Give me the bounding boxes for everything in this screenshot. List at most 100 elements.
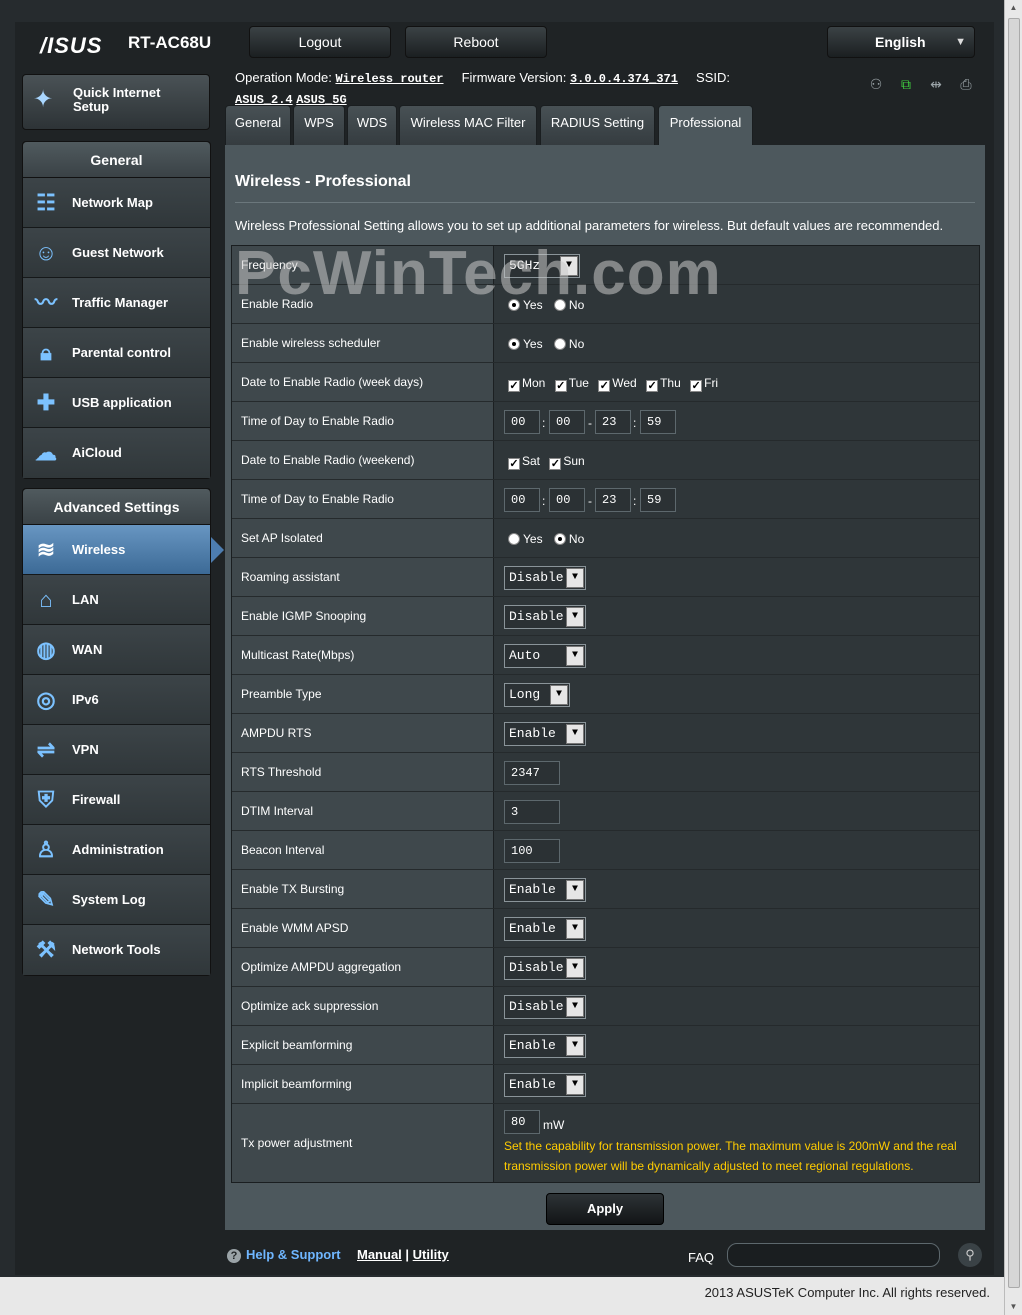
- ap-isolated-no[interactable]: [553, 533, 566, 545]
- tx-bursting-select[interactable]: Enable ▼: [504, 878, 586, 902]
- sidebar-item-traffic-manager[interactable]: 〰 Traffic Manager: [23, 278, 210, 328]
- help-support-link[interactable]: ? Help & Support: [227, 1247, 341, 1263]
- internet-status-icon[interactable]: ⧉: [896, 76, 916, 94]
- sidebar-item-label: Administration: [72, 842, 164, 857]
- rts-threshold-input[interactable]: 2347: [504, 761, 560, 785]
- professional-settings-table: Frequency 5GHz ▼ Enable Radio Yes No Enab…: [231, 245, 980, 1183]
- checkbox-tue[interactable]: ✓: [554, 380, 567, 392]
- apply-button[interactable]: Apply: [546, 1193, 664, 1225]
- enable-radio-no[interactable]: [553, 299, 566, 311]
- tab-general[interactable]: General: [225, 105, 291, 145]
- sidebar-item-wan[interactable]: ◍ WAN: [23, 625, 210, 675]
- page-scrollbar[interactable]: ▲ ▼: [1004, 0, 1022, 1315]
- language-select[interactable]: English ▼: [827, 26, 975, 58]
- weekend-end-hour-input[interactable]: 23: [595, 488, 631, 512]
- tab-radius-setting[interactable]: RADIUS Setting: [540, 105, 655, 145]
- beacon-input[interactable]: 100: [504, 839, 560, 863]
- scheduler-no[interactable]: [553, 338, 566, 350]
- sidebar-item-aicloud[interactable]: ☁ AiCloud: [23, 428, 210, 478]
- implicit-beamforming-row: Implicit beamforming Enable ▼: [232, 1065, 979, 1104]
- weekday-end-min-input[interactable]: 59: [640, 410, 676, 434]
- sidebar-item-vpn[interactable]: ⇌ VPN: [23, 725, 210, 775]
- chevron-down-icon: ▼: [955, 36, 966, 48]
- checkbox-sun[interactable]: ✓: [549, 458, 562, 470]
- roaming-select[interactable]: Disable ▼: [504, 566, 586, 590]
- sidebar-item-network-map[interactable]: ☷ Network Map: [23, 178, 210, 228]
- firmware-label: Firmware Version:: [461, 70, 567, 85]
- sidebar-item-parental-control[interactable]: 🔒︎ Parental control: [23, 328, 210, 378]
- utility-link[interactable]: Utility: [413, 1247, 449, 1262]
- scroll-down-icon[interactable]: ▼: [1005, 1299, 1022, 1315]
- quick-internet-setup-button[interactable]: ✦ Quick Internet Setup: [22, 74, 210, 130]
- weekday-start-hour-input[interactable]: 00: [504, 410, 540, 434]
- enable-radio-yes[interactable]: [508, 299, 520, 311]
- wmm-apsd-select[interactable]: Enable ▼: [504, 917, 586, 941]
- printer-icon[interactable]: ⎙: [956, 76, 976, 94]
- checkbox-label: Fri: [704, 376, 719, 390]
- checkbox-wed[interactable]: ✓: [598, 380, 611, 392]
- tab-professional[interactable]: Professional: [658, 105, 753, 147]
- row-label: Optimize ack suppression: [232, 987, 494, 1025]
- row-label: Time of Day to Enable Radio: [232, 402, 494, 440]
- logout-button[interactable]: Logout: [249, 26, 391, 58]
- beacon-row: Beacon Interval 100: [232, 831, 979, 870]
- igmp-select[interactable]: Disable ▼: [504, 605, 586, 629]
- reboot-button[interactable]: Reboot: [405, 26, 547, 58]
- dtim-row: DTIM Interval 3: [232, 792, 979, 831]
- checkbox-mon[interactable]: ✓: [508, 380, 520, 392]
- ampdu-rts-select[interactable]: Enable ▼: [504, 722, 586, 746]
- rts-threshold-row: RTS Threshold 2347: [232, 753, 979, 792]
- cloud-icon: ☁: [35, 440, 57, 465]
- weekday-start-min-input[interactable]: 00: [549, 410, 585, 434]
- sidebar-item-ipv6[interactable]: ◎ IPv6: [23, 675, 210, 725]
- sidebar-item-firewall[interactable]: ⛨ Firewall: [23, 775, 210, 825]
- sidebar-item-wireless[interactable]: ≋ Wireless: [23, 525, 224, 575]
- implicit-beamforming-select[interactable]: Enable ▼: [504, 1073, 586, 1097]
- explicit-beamforming-select[interactable]: Enable ▼: [504, 1034, 586, 1058]
- sidebar-item-system-log[interactable]: ✎ System Log: [23, 875, 210, 925]
- sidebar-item-usb-application[interactable]: ✚ USB application: [23, 378, 210, 428]
- usb-icon[interactable]: ⇹: [926, 76, 946, 94]
- row-label: Set AP Isolated: [232, 519, 494, 557]
- sidebar-item-lan[interactable]: ⌂ LAN: [23, 575, 210, 625]
- op-mode-link[interactable]: Wireless router: [335, 72, 443, 86]
- weekend-start-min-input[interactable]: 00: [549, 488, 585, 512]
- scrollbar-thumb[interactable]: [1008, 18, 1020, 1288]
- checkbox-sat[interactable]: ✓: [508, 458, 520, 470]
- firmware-link[interactable]: 3.0.0.4.374_371: [570, 72, 678, 86]
- multicast-select[interactable]: Auto ▼: [504, 644, 586, 668]
- scheduler-yes[interactable]: [508, 338, 520, 350]
- tab-wds[interactable]: WDS: [347, 105, 397, 145]
- sidebar-item-administration[interactable]: ♙ Administration: [23, 825, 210, 875]
- advanced-settings-menu: Advanced Settings ≋ Wireless ⌂ LAN ◍ WAN…: [22, 488, 224, 976]
- status-line: Operation Mode: Wireless router Firmware…: [235, 68, 835, 110]
- clients-icon[interactable]: ⚇: [866, 76, 886, 94]
- checkbox-thu[interactable]: ✓: [646, 380, 659, 392]
- dtim-input[interactable]: 3: [504, 800, 560, 824]
- select-value: Enable: [509, 921, 556, 936]
- weekday-end-hour-input[interactable]: 23: [595, 410, 631, 434]
- checkbox-fri[interactable]: ✓: [690, 380, 703, 392]
- preamble-select[interactable]: Long ▼: [504, 683, 570, 707]
- faq-search-input[interactable]: [727, 1243, 940, 1267]
- sidebar-item-network-tools[interactable]: ⚒ Network Tools: [23, 925, 210, 975]
- checkbox-label: Mon: [522, 376, 546, 390]
- frequency-select[interactable]: 5GHz ▼: [504, 254, 580, 278]
- tab-wps[interactable]: WPS: [293, 105, 345, 145]
- scroll-up-icon[interactable]: ▲: [1005, 0, 1022, 16]
- ampdu-aggregation-select[interactable]: Disable ▼: [504, 956, 586, 980]
- sidebar-item-guest-network[interactable]: ☺ Guest Network: [23, 228, 210, 278]
- weekend-end-min-input[interactable]: 59: [640, 488, 676, 512]
- weekend-start-hour-input[interactable]: 00: [504, 488, 540, 512]
- sidebar-item-label: Parental control: [72, 345, 171, 360]
- row-label: Enable Radio: [232, 285, 494, 323]
- select-value: Long: [509, 687, 541, 702]
- ack-suppression-select[interactable]: Disable ▼: [504, 995, 586, 1019]
- ap-isolated-yes[interactable]: [508, 533, 520, 545]
- tab-wireless-mac-filter[interactable]: Wireless MAC Filter: [399, 105, 537, 145]
- row-label: Frequency: [232, 246, 494, 284]
- manual-link[interactable]: Manual: [357, 1247, 402, 1262]
- search-icon[interactable]: ⚲: [958, 1243, 982, 1267]
- multicast-row: Multicast Rate(Mbps) Auto ▼: [232, 636, 979, 675]
- tx-power-input[interactable]: 80: [504, 1110, 540, 1134]
